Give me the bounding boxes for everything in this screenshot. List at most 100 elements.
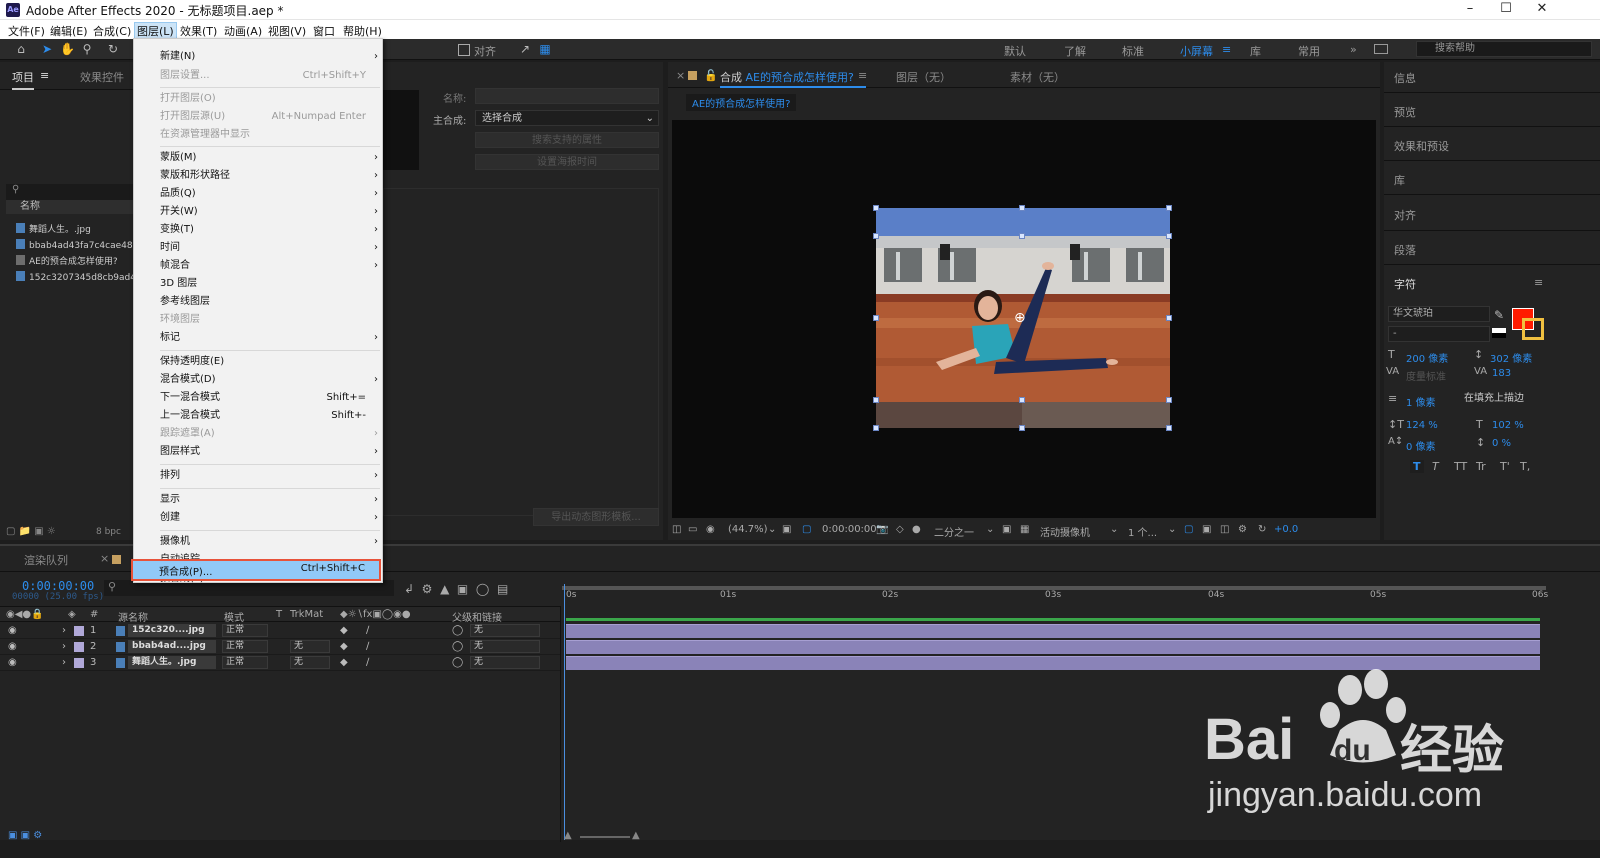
maximize-icon[interactable]: ☐ [1488, 0, 1524, 20]
lock-icon[interactable]: 🔓 [704, 69, 718, 82]
expand-icon[interactable]: › [62, 641, 66, 652]
workspace-common[interactable]: 常用 [1298, 43, 1320, 59]
menu-item[interactable]: 上一混合模式 Shift+- [160, 407, 380, 424]
panel-character[interactable]: 字符 [1394, 276, 1416, 292]
reset-exposure-icon[interactable]: ↻ [1258, 524, 1266, 535]
label-color-icon[interactable] [74, 626, 84, 636]
vertical-scale-value[interactable]: 124 % [1406, 420, 1438, 431]
small-caps-button[interactable]: Tr [1476, 460, 1486, 473]
transform-handle[interactable] [1019, 397, 1025, 403]
layer-name[interactable]: 舞蹈人生。.jpg [128, 656, 216, 669]
stroke-mode-dropdown[interactable]: 在填充上描边 [1464, 392, 1546, 408]
tab-effect-controls[interactable]: 效果控件 [80, 69, 124, 85]
transform-handle[interactable] [873, 233, 879, 239]
menu-composition[interactable]: 合成(C) [91, 22, 133, 40]
panel-info[interactable]: 信息 [1394, 70, 1416, 86]
layer-mode-dropdown[interactable]: 正常 [222, 640, 268, 653]
layer-duration-bar[interactable] [566, 624, 1540, 638]
shy-switch-icon[interactable]: ◆ [340, 625, 348, 636]
panel-effects-presets[interactable]: 效果和预设 [1394, 138, 1449, 154]
shy-switch-icon[interactable]: ◆ [340, 641, 348, 652]
table-row[interactable]: ◉ › 2 bbab4ad....jpg 正常 无 ◆ ∕ ◯ 无 [0, 639, 560, 655]
menu-item[interactable]: 图层设置... Ctrl+Shift+Y [160, 67, 380, 84]
tab-footage[interactable]: 素材（无） [1010, 69, 1065, 85]
parent-dropdown[interactable]: 无 [470, 640, 540, 653]
trkmat-dropdown[interactable]: 无 [290, 656, 330, 669]
menu-item[interactable]: 保持透明度(E) [160, 353, 380, 370]
kerning-value[interactable]: 度量标准 [1406, 368, 1446, 383]
project-footer-icons[interactable]: ▢ 📁 ▣ ☼ [6, 526, 56, 537]
home-icon[interactable]: ⌂ [14, 42, 28, 56]
layer-name[interactable]: bbab4ad....jpg [128, 640, 216, 653]
export-motion-graphics-button[interactable]: 导出动态图形模板... [533, 508, 659, 526]
transform-handle[interactable] [1019, 233, 1025, 239]
table-row[interactable]: ◉ › 3 舞蹈人生。.jpg 正常 无 ◆ ∕ ◯ 无 [0, 655, 560, 671]
always-preview-icon[interactable]: ◫ [672, 524, 681, 535]
transform-handle[interactable] [1166, 315, 1172, 321]
panel-paragraph[interactable]: 段落 [1394, 242, 1416, 258]
tab-menu-icon[interactable]: ≡ [858, 69, 867, 82]
transform-handle[interactable] [1019, 205, 1025, 211]
tsume-value[interactable]: 0 % [1492, 438, 1511, 449]
mask-icon[interactable]: ◉ [706, 524, 715, 535]
comp-breadcrumb[interactable]: AE的预合成怎样使用? [686, 94, 797, 111]
close-tab-icon[interactable]: × [100, 552, 109, 565]
menu-item[interactable]: 新建(N) › [160, 48, 380, 65]
stroke-width-value[interactable]: 1 像素 [1406, 394, 1436, 409]
tab-project-menu-icon[interactable]: ≡ [40, 69, 49, 82]
font-family-dropdown[interactable]: 华文琥珀 [1388, 306, 1490, 322]
chevron-down-icon[interactable]: ⌄ [768, 524, 776, 535]
parent-dropdown[interactable]: 无 [470, 624, 540, 637]
menu-item[interactable]: 在资源管理器中显示 [160, 126, 380, 143]
set-poster-time-button[interactable]: 设置海报时间 [475, 154, 659, 170]
zoom-in-icon[interactable]: ▲ [632, 830, 640, 841]
menu-item[interactable]: 环境图层 [160, 311, 380, 328]
timeline-icon[interactable]: ◫ [1220, 524, 1229, 535]
pickwhip-icon[interactable]: ◯ [452, 625, 463, 636]
quality-switch-icon[interactable]: ∕ [366, 657, 369, 668]
transform-handle[interactable] [1166, 425, 1172, 431]
menu-item[interactable]: 显示 › [160, 491, 380, 508]
pickwhip-icon[interactable]: ◯ [452, 641, 463, 652]
solo-properties-button[interactable]: 搜索支持的属性 [475, 132, 659, 148]
menu-item[interactable]: 创建 › [160, 509, 380, 526]
panel-library[interactable]: 库 [1394, 172, 1405, 188]
leading-value[interactable]: 302 像素 [1490, 350, 1532, 365]
expand-icon[interactable]: ▦ [538, 42, 552, 56]
menu-item[interactable]: 跟踪遮罩(A) › [160, 425, 380, 442]
menu-item[interactable]: 打开图层源(U) Alt+Numpad Enter [160, 108, 380, 125]
col-source-name[interactable]: 源名称 [118, 609, 148, 624]
tab-composition[interactable]: 合成 AE的预合成怎样使用? [720, 69, 854, 85]
master-comp-dropdown[interactable]: 选择合成 ⌄ [475, 110, 659, 126]
menu-item[interactable]: 参考线图层 [160, 293, 380, 310]
snapshot-icon[interactable]: 📷 [876, 524, 888, 535]
quality-switch-icon[interactable]: ∕ [366, 641, 369, 652]
flowchart-icon[interactable]: ⚙ [1238, 524, 1247, 535]
trkmat-dropdown[interactable]: 无 [290, 640, 330, 653]
superscript-button[interactable]: T' [1500, 460, 1510, 473]
menu-item[interactable]: 蒙版(M) › [160, 149, 380, 166]
workspace-small-screen[interactable]: 小屏幕 [1180, 43, 1213, 59]
tab-project[interactable]: 项目 [12, 69, 34, 85]
menu-item[interactable]: 混合模式(D) › [160, 371, 380, 388]
parent-dropdown[interactable]: 无 [470, 656, 540, 669]
layer-mode-dropdown[interactable]: 正常 [222, 656, 268, 669]
transform-handle[interactable] [1166, 397, 1172, 403]
menu-edit[interactable]: 编辑(E) [48, 22, 90, 40]
anchor-point-icon[interactable]: ⊕ [1014, 310, 1026, 326]
snap-icon[interactable]: ↗ [518, 42, 532, 56]
toggle-pixel-icon[interactable]: ▢ [1184, 524, 1193, 535]
shy-switch-icon[interactable]: ◆ [340, 657, 348, 668]
col-trkmat[interactable]: TrkMat [290, 609, 323, 620]
menu-item[interactable]: 摄像机 › [160, 533, 380, 550]
selection-tool-icon[interactable]: ➤ [40, 42, 54, 56]
tracking-value[interactable]: 183 [1492, 368, 1511, 379]
transform-handle[interactable] [1019, 425, 1025, 431]
tab-layer[interactable]: 图层（无） [896, 69, 951, 85]
panel-toggle-icon[interactable] [1374, 44, 1388, 54]
minimize-icon[interactable]: – [1452, 0, 1488, 20]
rotate-tool-icon[interactable]: ↻ [106, 42, 120, 56]
show-snapshot-icon[interactable]: ◇ [896, 524, 904, 535]
faux-bold-button[interactable]: T [1410, 460, 1424, 473]
workspace-menu-icon[interactable]: ≡ [1222, 43, 1231, 56]
